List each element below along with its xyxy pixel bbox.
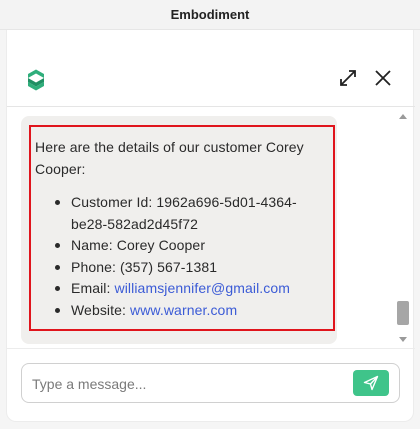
- detail-name: Name: Corey Cooper: [51, 235, 331, 257]
- detail-label: Customer Id:: [71, 194, 157, 210]
- chat-panel: Here are the details of our customer Cor…: [6, 30, 415, 422]
- detail-email: Email: williamsjennifer@gmail.com: [51, 278, 331, 300]
- message-input-box: [21, 363, 400, 403]
- detail-customer-id: Customer Id: 1962a696-5d01-4364-be28-582…: [51, 192, 331, 235]
- detail-label: Phone:: [71, 258, 120, 275]
- detail-website: Website: www.warner.com: [51, 300, 331, 322]
- email-link[interactable]: williamsjennifer@gmail.com: [115, 280, 291, 296]
- expand-arrows-icon[interactable]: [337, 67, 359, 89]
- detail-list: Customer Id: 1962a696-5d01-4364-be28-582…: [35, 192, 331, 321]
- detail-label: Website:: [71, 301, 130, 318]
- send-button[interactable]: [353, 370, 389, 396]
- scroll-up-arrow-icon[interactable]: [399, 114, 407, 119]
- detail-label: Name:: [71, 237, 117, 253]
- detail-phone: Phone: (357) 567-1381: [51, 257, 331, 279]
- composer: [7, 348, 415, 422]
- message-input[interactable]: [32, 373, 332, 395]
- message-content: Here are the details of our customer Cor…: [35, 136, 331, 321]
- detail-label: Email:: [71, 280, 115, 296]
- scrollbar[interactable]: [396, 108, 410, 348]
- scrollbar-thumb[interactable]: [397, 301, 409, 325]
- website-link[interactable]: www.warner.com: [130, 302, 237, 318]
- window-titlebar: Embodiment: [0, 0, 420, 30]
- detail-value: Corey Cooper: [116, 237, 206, 253]
- scroll-down-arrow-icon[interactable]: [399, 337, 407, 342]
- send-icon: [363, 375, 379, 391]
- detail-value: (357) 567-1381: [119, 258, 218, 275]
- embodiment-logo-icon: [28, 69, 44, 91]
- window-title: Embodiment: [170, 7, 250, 22]
- message-list[interactable]: Here are the details of our customer Cor…: [7, 108, 415, 348]
- chat-header: [7, 30, 415, 107]
- message-intro: Here are the details of our customer Cor…: [35, 139, 304, 177]
- close-icon[interactable]: [372, 67, 394, 89]
